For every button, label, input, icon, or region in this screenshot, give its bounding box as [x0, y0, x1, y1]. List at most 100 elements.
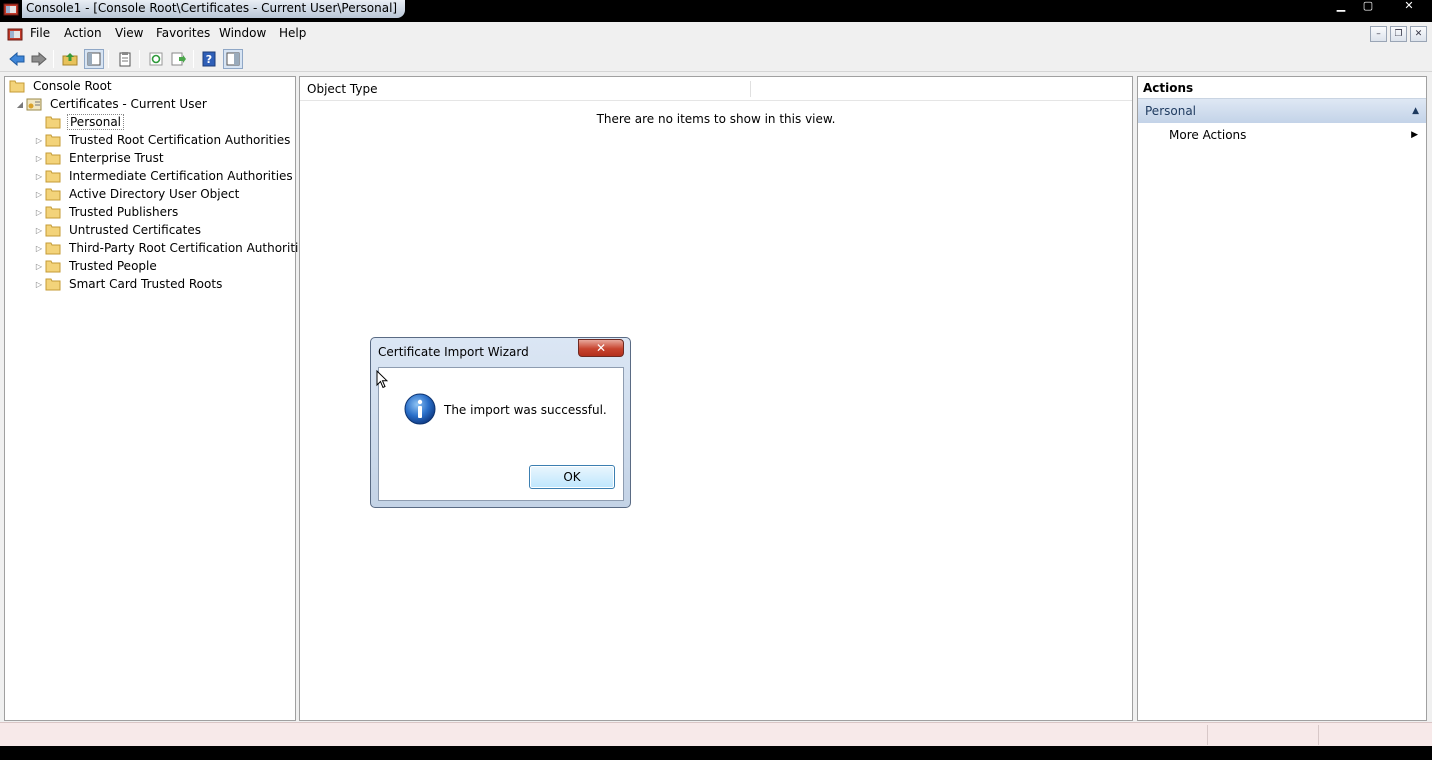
export-list-button[interactable]: [169, 49, 189, 69]
mmc-doc-icon[interactable]: [7, 26, 23, 42]
ok-button[interactable]: OK: [529, 465, 615, 489]
console-tree-pane[interactable]: Console Root ◢ Certificates - Current Us…: [4, 76, 312, 721]
expand-arrow-icon[interactable]: ▷: [33, 188, 45, 200]
column-header-object-type[interactable]: Object Type: [307, 82, 377, 96]
clipboard-icon: [119, 52, 131, 67]
menu-file[interactable]: File: [30, 26, 50, 40]
tree-item-certificates-current-user[interactable]: ◢ Certificates - Current User: [14, 95, 209, 113]
back-button[interactable]: [7, 49, 27, 69]
menu-help[interactable]: Help: [279, 26, 306, 40]
folder-icon: [9, 80, 25, 93]
properties-button[interactable]: [115, 49, 135, 69]
mdi-minimize-button[interactable]: –: [1370, 26, 1387, 42]
tree-item-personal[interactable]: Personal: [33, 113, 125, 131]
dialog-title: Certificate Import Wizard: [378, 345, 529, 359]
tree-item-label: Smart Card Trusted Roots: [69, 277, 223, 291]
forward-button[interactable]: [29, 49, 49, 69]
tree-item-intermediate-certification-authorities[interactable]: ▷ Intermediate Certification Authorities: [33, 167, 295, 185]
tree-item-enterprise-trust[interactable]: ▷ Enterprise Trust: [33, 149, 166, 167]
tree-item-smart-card-trusted-roots[interactable]: ▷ Smart Card Trusted Roots: [33, 275, 224, 293]
tree-item-label: Third-Party Root Certification Authoriti…: [69, 241, 312, 255]
expand-arrow-icon[interactable]: ▷: [33, 152, 45, 164]
mouse-cursor-icon: [376, 370, 388, 389]
action-item-label: More Actions: [1169, 128, 1247, 142]
window-title: Console1 - [Console Root\Certificates - …: [22, 0, 406, 18]
actions-pane-title: Actions: [1138, 77, 1426, 99]
mmc-app-icon[interactable]: [3, 1, 19, 17]
folder-icon: [45, 242, 61, 255]
tree-item-label: Trusted Publishers: [69, 205, 179, 219]
show-hide-action-pane-button[interactable]: [223, 49, 243, 69]
actions-section-label: Personal: [1145, 104, 1197, 118]
window-close-button[interactable]: ✕: [1392, 0, 1426, 12]
tree-item-third-party-root-certification-authorities[interactable]: ▷ Third-Party Root Certification Authorit…: [33, 239, 314, 257]
certificate-store-icon: [26, 98, 42, 111]
folder-icon: [45, 170, 61, 183]
help-icon: ?: [202, 51, 216, 67]
folder-icon: [45, 188, 61, 201]
mdi-close-button[interactable]: ✕: [1410, 26, 1427, 42]
folder-icon: [45, 152, 61, 165]
expand-arrow-icon[interactable]: ▷: [33, 260, 45, 272]
action-more-actions[interactable]: More Actions ▶: [1138, 125, 1426, 145]
tree-item-label: Intermediate Certification Authorities: [69, 169, 293, 183]
tree-item-label: Enterprise Trust: [69, 151, 164, 165]
menu-window[interactable]: Window: [219, 26, 266, 40]
show-hide-console-tree-button[interactable]: [84, 49, 104, 69]
menu-view[interactable]: View: [115, 26, 143, 40]
tree-item-trusted-publishers[interactable]: ▷ Trusted Publishers: [33, 203, 180, 221]
expand-arrow-icon[interactable]: ▷: [33, 206, 45, 218]
menu-favorites[interactable]: Favorites: [156, 26, 210, 40]
collapse-section-icon[interactable]: ▲: [1412, 99, 1419, 123]
help-button[interactable]: ?: [199, 49, 219, 69]
folder-icon: [45, 134, 61, 147]
window-title-bar: Console1 - [Console Root\Certificates - …: [0, 0, 1432, 18]
expand-arrow-icon[interactable]: ▷: [33, 278, 45, 290]
forward-icon: [31, 52, 47, 66]
mdi-restore-button[interactable]: ❐: [1390, 26, 1407, 42]
tree-item-untrusted-certificates[interactable]: ▷ Untrusted Certificates: [33, 221, 203, 239]
window-maximize-button[interactable]: ▢: [1355, 0, 1381, 12]
up-folder-icon: [62, 53, 78, 66]
tree-item-label: Console Root: [33, 79, 112, 93]
column-header-row: Object Type: [300, 77, 1132, 101]
status-bar: [0, 722, 1432, 746]
dialog-close-button[interactable]: ✕: [578, 339, 624, 357]
actions-section-personal[interactable]: Personal ▲: [1138, 99, 1426, 123]
tree-item-console-root[interactable]: Console Root: [9, 77, 114, 95]
tree-item-label: Trusted Root Certification Authorities: [69, 133, 291, 147]
empty-view-message: There are no items to show in this view.: [596, 112, 836, 126]
expand-arrow-icon[interactable]: ▷: [33, 224, 45, 236]
submenu-arrow-icon: ▶: [1411, 130, 1418, 140]
folder-icon: [45, 260, 61, 273]
tree-item-label: Untrusted Certificates: [69, 223, 201, 237]
tree-item-label: Active Directory User Object: [69, 187, 240, 201]
up-one-level-button[interactable]: [60, 49, 80, 69]
folder-icon: [45, 278, 61, 291]
collapse-arrow-icon[interactable]: ◢: [14, 98, 26, 110]
tree-item-trusted-root-certification-authorities[interactable]: ▷ Trusted Root Certification Authorities: [33, 131, 292, 149]
tree-item-active-directory-user-object[interactable]: ▷ Active Directory User Object: [33, 185, 241, 203]
refresh-button[interactable]: [146, 49, 166, 69]
certificate-import-dialog: Certificate Import Wizard ✕ The import w…: [370, 337, 631, 508]
window-minimize-button[interactable]: ▁: [1328, 0, 1354, 12]
folder-icon: [45, 206, 61, 219]
folder-icon: [45, 116, 61, 129]
expand-arrow-icon[interactable]: ▷: [33, 242, 45, 254]
menu-action[interactable]: Action: [64, 26, 102, 40]
actions-pane: Actions Personal ▲ More Actions ▶: [1137, 76, 1427, 721]
column-divider[interactable]: [750, 81, 751, 97]
tree-item-trusted-people[interactable]: ▷ Trusted People: [33, 257, 159, 275]
tree-item-label: Personal: [67, 114, 125, 130]
expand-arrow-icon[interactable]: ▷: [33, 134, 45, 146]
refresh-icon: [149, 52, 163, 66]
back-icon: [9, 52, 25, 66]
tree-item-label: Certificates - Current User: [50, 97, 207, 111]
menu-bar: File Action View Favorites Window Help –…: [0, 22, 1432, 46]
expand-arrow-icon[interactable]: ▷: [33, 170, 45, 182]
toolbar: ?: [0, 46, 1432, 72]
folder-icon: [45, 224, 61, 237]
information-icon: [404, 393, 436, 425]
dialog-body: The import was successful. OK: [378, 367, 624, 501]
export-list-icon: [171, 52, 186, 66]
